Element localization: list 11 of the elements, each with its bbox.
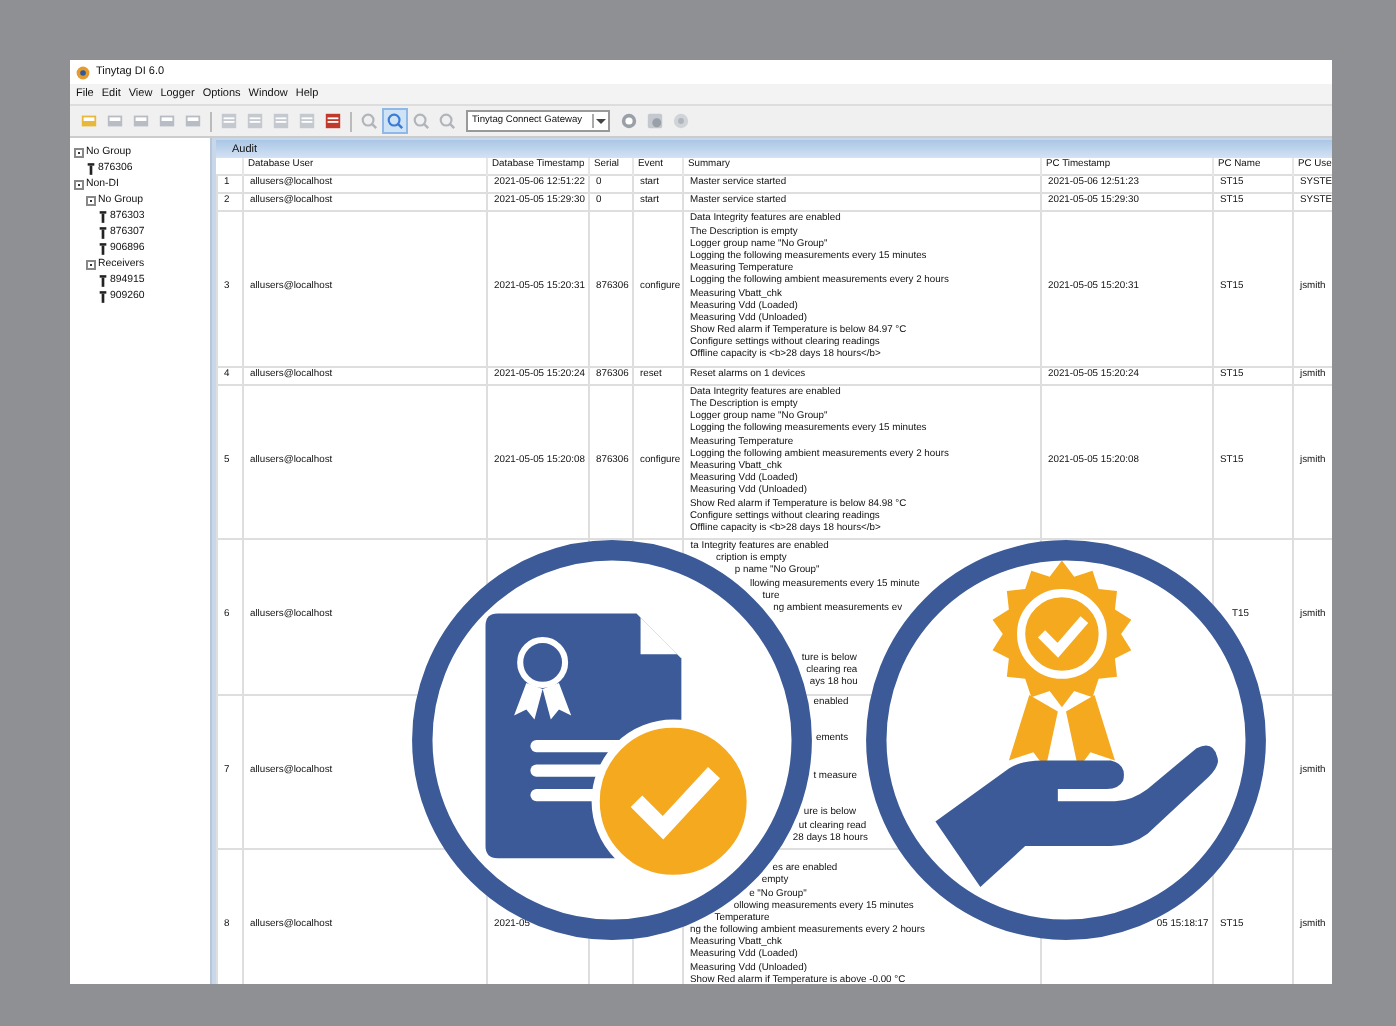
caret-icon	[592, 114, 608, 128]
logger-icon	[86, 161, 96, 175]
expander-icon[interactable]	[74, 179, 84, 189]
window-icon[interactable]	[218, 110, 240, 132]
zoom-in-icon[interactable]	[384, 110, 406, 132]
zoom-out-icon[interactable]	[410, 110, 432, 132]
expander-icon[interactable]	[86, 195, 96, 205]
expander-icon[interactable]	[86, 259, 96, 269]
zoom-icon[interactable]	[436, 110, 458, 132]
expander-icon[interactable]	[74, 147, 84, 157]
app-icon	[76, 65, 90, 79]
